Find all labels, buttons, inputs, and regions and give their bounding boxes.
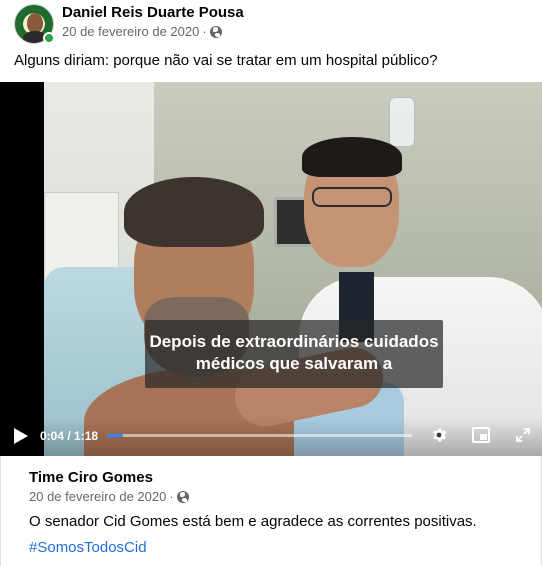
scene-doctor-hair [302,137,402,177]
scene-patient-hair [124,177,264,247]
subtitle-line-1: Depois de extraordinários cuidados [149,332,439,351]
online-status-badge [43,32,55,44]
hashtag-link[interactable]: #SomosTodosCid [29,539,147,557]
gear-icon[interactable] [430,426,448,444]
author-name[interactable]: Daniel Reis Duarte Pousa [62,4,244,22]
post-date[interactable]: 20 de fevereiro de 2020 [62,24,199,40]
shared-author-name[interactable]: Time Ciro Gomes [29,469,153,487]
post-header: Daniel Reis Duarte Pousa 20 de fevereiro… [14,4,534,46]
shared-post-date[interactable]: 20 de fevereiro de 2020 [29,489,166,505]
globe-icon [176,491,189,503]
shared-post-meta: 20 de fevereiro de 2020 · [29,489,189,505]
progress-fill [107,434,123,437]
video-subtitle: Depois de extraordinários cuidados médic… [145,320,443,388]
video-time: 0:04 / 1:18 [40,429,99,443]
post-text: Alguns diriam: porque não vai se tratar … [14,52,438,69]
video-frame [44,82,542,456]
meta-separator: · [202,24,207,39]
post-meta: 20 de fevereiro de 2020 · [62,24,222,40]
author-avatar[interactable] [14,4,55,44]
scene-doctor-glasses [312,187,392,207]
picture-in-picture-icon[interactable] [472,427,490,443]
shared-post-text: O senador Cid Gomes está bem e agradece … [29,513,477,530]
shared-post: Time Ciro Gomes 20 de fevereiro de 2020 … [0,456,542,566]
video-controls: 0:04 / 1:18 [0,418,542,456]
video-player[interactable]: Depois de extraordinários cuidados médic… [0,82,542,456]
avatar-face [27,13,43,33]
progress-bar[interactable] [107,434,412,437]
play-icon[interactable] [14,428,28,444]
globe-icon [209,26,222,38]
subtitle-line-2: médicos que salvaram a [195,354,393,373]
meta-separator: · [169,489,174,504]
scene-iv-bag [389,97,415,147]
fullscreen-icon[interactable] [514,426,532,444]
